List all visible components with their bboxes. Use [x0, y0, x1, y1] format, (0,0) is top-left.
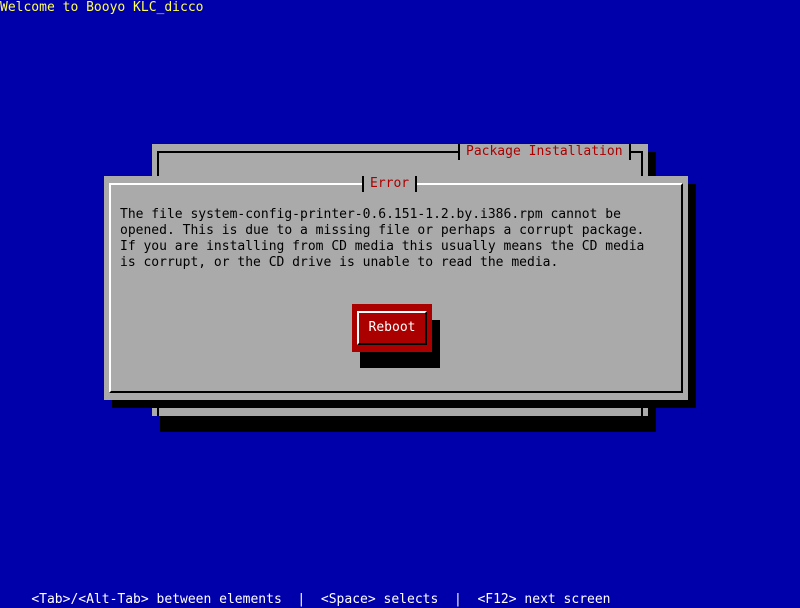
- error-dialog-shadow: [112, 400, 696, 408]
- help-line: <Tab>/<Alt-Tab> between elements | <Spac…: [0, 576, 800, 607]
- error-message: The file system-config-printer-0.6.151-1…: [120, 207, 645, 270]
- welcome-banner: Welcome to Booyo KLC_dicco: [0, 0, 204, 15]
- package-installation-title: Package Installation: [458, 144, 631, 160]
- error-dialog-title: Error: [362, 176, 418, 192]
- error-dialog-shadow-side: [688, 184, 696, 400]
- reboot-button-label: Reboot: [361, 320, 423, 336]
- background-window-shadow: [160, 416, 656, 432]
- reboot-button[interactable]: Reboot: [352, 304, 432, 352]
